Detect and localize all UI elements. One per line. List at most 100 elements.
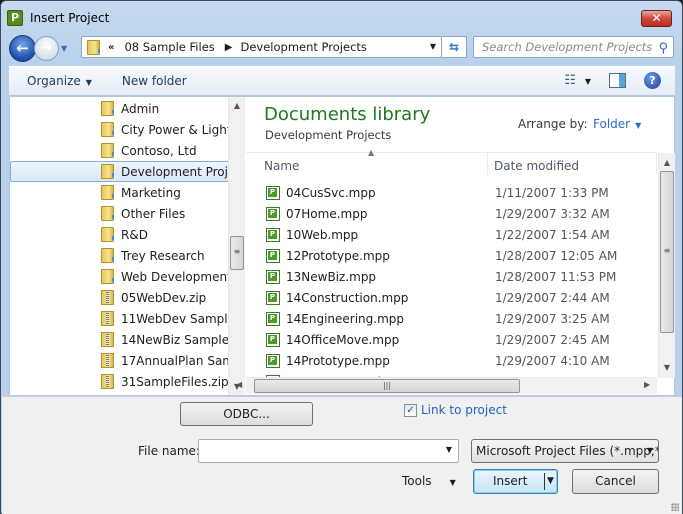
search-input[interactable]: Search Development Projects ⚲ xyxy=(473,36,674,58)
tree-item-admin[interactable]: Admin xyxy=(10,98,230,119)
library-title: Documents library xyxy=(264,104,431,125)
file-name: 14OfficeMove.mpp xyxy=(286,333,400,347)
link-to-project-checkbox[interactable]: ✓ Link to project xyxy=(404,403,507,417)
address-bar[interactable]: « 08 Sample Files ▶ Development Projects… xyxy=(81,36,442,58)
recent-locations-dropdown[interactable]: ▼ xyxy=(61,44,71,53)
organize-button[interactable]: Organize ▼ xyxy=(27,74,92,88)
file-list-scrollbar[interactable]: ▲ ≡ ▼ xyxy=(658,153,675,378)
project-file-icon xyxy=(266,312,280,326)
link-to-project-label: Link to project xyxy=(421,403,507,417)
file-name: 07Home.mpp xyxy=(286,207,368,221)
folder-icon xyxy=(101,185,114,200)
tree-item-zip[interactable]: 17AnnualPlan Sample Files.zip xyxy=(10,350,230,371)
scroll-right-icon[interactable]: ▶ xyxy=(644,380,650,389)
file-type-select[interactable]: Microsoft Project Files (*.mpp;* ▼ xyxy=(471,439,659,463)
column-header-name[interactable]: Name xyxy=(264,159,299,173)
back-button[interactable]: ← xyxy=(9,35,36,62)
zip-file-icon xyxy=(101,374,114,389)
horizontal-scrollbar[interactable]: ◀ ||| ▶ xyxy=(236,377,657,394)
tree-item-trey-research[interactable]: Trey Research xyxy=(10,245,230,266)
file-row[interactable]: 04CusSvc.mpp 1/11/2007 1:33 PM xyxy=(246,183,657,204)
preview-pane-icon[interactable] xyxy=(609,73,626,88)
tree-item-marketing[interactable]: Marketing xyxy=(10,182,230,203)
breadcrumb-item[interactable]: Development Projects xyxy=(240,40,366,54)
column-header-date[interactable]: Date modified xyxy=(494,159,579,173)
file-name: 14Engineering.mpp xyxy=(286,312,405,326)
tree-item-development-projects[interactable]: Development Projects xyxy=(10,161,230,182)
file-row[interactable]: 10Web.mpp 1/22/2007 1:54 AM xyxy=(246,225,657,246)
search-icon[interactable]: ⚲ xyxy=(658,39,668,59)
tree-item-other-files[interactable]: Other Files xyxy=(10,203,230,224)
arrange-by-dropdown[interactable]: Folder ▼ xyxy=(593,117,641,131)
new-folder-button[interactable]: New folder xyxy=(122,74,187,88)
tree-item-label: 11WebDev Sample Files.zip xyxy=(121,311,229,326)
search-placeholder: Search Development Projects xyxy=(482,40,653,54)
tree-scroll-thumb[interactable]: ≡ xyxy=(230,236,244,270)
tree-item-label: Admin xyxy=(121,101,160,116)
tree-item-contoso[interactable]: Contoso, Ltd xyxy=(10,140,230,161)
scroll-down-icon[interactable]: ▼ xyxy=(659,363,675,372)
tree-item-zip[interactable] xyxy=(10,392,230,395)
file-list-pane: Documents library Development Projects A… xyxy=(246,97,674,395)
tree-item-web-development[interactable]: Web Development xyxy=(10,266,230,287)
odbc-button[interactable]: ODBC... xyxy=(180,402,313,426)
column-divider[interactable] xyxy=(487,153,488,175)
tree-item-city-power[interactable]: City Power & Light xyxy=(10,119,230,140)
forward-button[interactable]: → xyxy=(34,36,59,61)
file-row[interactable]: 14Prototype.mpp 1/29/2007 4:10 AM xyxy=(246,351,657,372)
scroll-up-icon[interactable]: ▲ xyxy=(229,101,245,110)
change-view-button[interactable]: ☷ ▼ xyxy=(564,73,591,88)
horizontal-scroll-thumb[interactable]: ||| xyxy=(254,379,520,393)
folder-icon xyxy=(101,206,114,221)
column-divider[interactable] xyxy=(656,153,657,175)
file-name: 14Prototype.mpp xyxy=(286,354,390,368)
project-file-icon xyxy=(266,270,280,284)
file-name-input[interactable]: ▼ xyxy=(198,439,459,463)
tree-item-label: Other Files xyxy=(121,206,186,221)
project-file-icon xyxy=(266,207,280,221)
close-button[interactable]: ✕ xyxy=(641,10,672,27)
breadcrumb-overflow[interactable]: « xyxy=(108,42,114,53)
tree-item-label: 14NewBiz Sample Files.zip xyxy=(121,332,229,347)
file-list-scroll-thumb[interactable]: ≡ xyxy=(660,171,674,333)
help-icon[interactable]: ? xyxy=(644,72,661,89)
breadcrumb-item[interactable]: 08 Sample Files xyxy=(124,40,214,54)
address-dropdown-icon[interactable]: ▼ xyxy=(430,42,436,51)
insert-options-dropdown-icon[interactable]: ▼ xyxy=(547,470,554,493)
file-row[interactable]: 14OfficeMove.mpp 1/29/2007 2:45 AM xyxy=(246,330,657,351)
tree-item-rd[interactable]: R&D xyxy=(10,224,230,245)
scroll-left-icon[interactable]: ◀ xyxy=(236,380,242,389)
column-headers: ▲ Name Date modified xyxy=(246,148,657,176)
file-row[interactable]: 14Engineering.mpp 1/29/2007 3:25 AM xyxy=(246,309,657,330)
tree-scrollbar[interactable]: ▲ ≡ ▼ xyxy=(228,97,245,395)
resize-grip[interactable] xyxy=(671,503,679,511)
file-row[interactable]: 07Home.mpp 1/29/2007 3:32 AM xyxy=(246,204,657,225)
tree-item-zip[interactable]: 11WebDev Sample Files.zip xyxy=(10,308,230,329)
folder-icon xyxy=(101,248,114,263)
cancel-button[interactable]: Cancel xyxy=(572,469,659,494)
project-file-icon xyxy=(266,228,280,242)
details-view-icon: ☷ xyxy=(564,73,576,88)
insert-button[interactable]: Insert ▼ xyxy=(473,469,558,494)
breadcrumb-separator-icon[interactable]: ▶ xyxy=(225,42,233,53)
tree-item-zip[interactable]: 05WebDev.zip xyxy=(10,287,230,308)
tools-button[interactable]: Tools ▼ xyxy=(402,474,456,488)
file-date: 1/22/2007 1:54 AM xyxy=(495,228,610,242)
tree-item-label: Trey Research xyxy=(121,248,205,263)
refresh-button[interactable]: ⇆ xyxy=(442,36,467,58)
file-row[interactable]: 14Construction.mpp 1/29/2007 2:44 AM xyxy=(246,288,657,309)
tools-label: Tools xyxy=(402,474,432,488)
chevron-down-icon[interactable]: ▼ xyxy=(446,445,452,454)
arrange-by-value: Folder xyxy=(593,117,631,131)
library-subtitle: Development Projects xyxy=(265,128,392,142)
checkmark-icon[interactable]: ✓ xyxy=(404,403,417,417)
tree-item-zip[interactable]: 31SampleFiles.zip xyxy=(10,371,230,392)
file-row[interactable]: 12Prototype.mpp 1/28/2007 12:05 AM xyxy=(246,246,657,267)
tree-item-zip[interactable]: 14NewBiz Sample Files.zip xyxy=(10,329,230,350)
file-row[interactable]: 13NewBiz.mpp 1/28/2007 11:53 PM xyxy=(246,267,657,288)
project-app-icon: P xyxy=(7,10,23,26)
file-name: 04CusSvc.mpp xyxy=(286,186,376,200)
file-date: 1/29/2007 4:10 AM xyxy=(495,354,610,368)
scroll-up-icon[interactable]: ▲ xyxy=(659,158,675,167)
file-name: 13NewBiz.mpp xyxy=(286,270,377,284)
